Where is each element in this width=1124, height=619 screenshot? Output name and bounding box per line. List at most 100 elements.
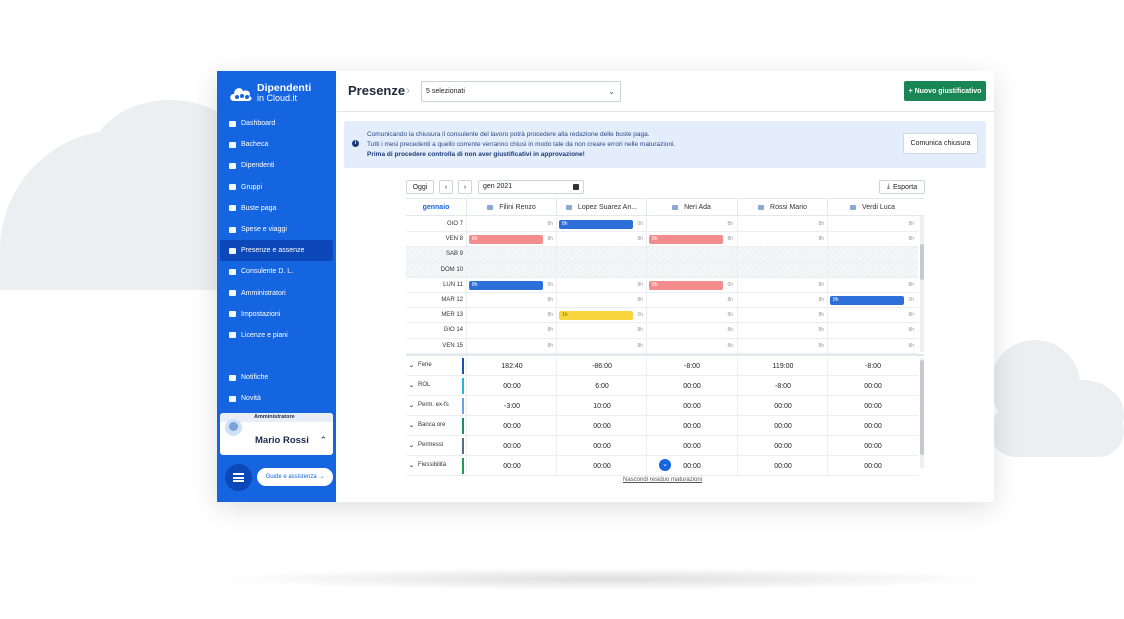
day-cell[interactable]: 8h <box>466 323 556 339</box>
accrual-label[interactable]: ⌄ ROL <box>409 382 430 389</box>
grid-scrollbar[interactable] <box>920 216 924 352</box>
sidebar-item-dipendenti[interactable]: Dipendenti <box>220 155 333 176</box>
sidebar-item-consulente-d-l[interactable]: Consulente D. L. <box>220 261 333 282</box>
help-chat-button[interactable] <box>225 464 252 491</box>
info-alert: i Comunicando la chiusura il consulente … <box>344 121 986 168</box>
justification-pill[interactable]: 8h <box>559 220 633 229</box>
day-cell[interactable] <box>466 262 556 278</box>
accrual-color-bar <box>462 358 464 374</box>
employee-column-header: Neri Ada <box>646 199 736 216</box>
today-button[interactable]: Oggi <box>406 180 434 194</box>
sidebar-item-label: Consulente D. L. <box>241 268 294 276</box>
accrual-label[interactable]: ⌄ Banca ore <box>409 422 445 429</box>
sidebar-item-notifiche[interactable]: Notifiche <box>220 367 333 388</box>
accrual-cell: 00:00 <box>466 456 556 476</box>
day-cell[interactable] <box>827 262 917 278</box>
day-cell[interactable]: 8h <box>556 232 646 248</box>
day-cell[interactable]: 8h <box>556 323 646 339</box>
day-cell[interactable]: 8h <box>466 293 556 308</box>
hours-label: 8h <box>818 221 824 227</box>
sidebar-item-gruppi[interactable]: Gruppi <box>220 177 333 198</box>
day-cell[interactable]: 8h 0h <box>556 217 646 232</box>
accrual-label[interactable]: ⌄ Ferie <box>409 362 432 369</box>
accrual-cell: 00:00 <box>466 436 556 456</box>
justification-pill[interactable]: 8h <box>469 280 543 290</box>
day-cell[interactable]: 8h <box>737 338 827 354</box>
day-cell[interactable]: 8h <box>827 308 917 324</box>
sidebar-item-presenze-e-assenze[interactable]: Presenze e assenze <box>220 240 333 262</box>
day-cell[interactable]: 8h <box>827 323 917 339</box>
day-cell[interactable]: 8h <box>556 338 646 354</box>
day-cell[interactable]: 8h 0h <box>646 277 736 293</box>
accrual-cell: 00:00 <box>556 416 646 436</box>
accrual-label[interactable]: ⌄ Flessibilità <box>409 462 446 469</box>
sidebar-item-impostazioni[interactable]: Impostazioni <box>220 304 333 325</box>
day-cell[interactable]: 8h <box>737 323 827 339</box>
hide-accruals-link[interactable]: Nascondi residuo maturazioni <box>623 477 702 483</box>
day-cell[interactable]: 8h <box>737 293 827 308</box>
employee-select[interactable]: 5 selezionati ⌄ <box>421 81 621 102</box>
day-cell[interactable]: 8h <box>737 277 827 293</box>
help-button[interactable]: Guide e assistenza → <box>257 468 333 486</box>
next-button[interactable]: › <box>458 180 472 194</box>
day-cell[interactable]: 8h <box>827 232 917 248</box>
day-cell[interactable] <box>646 247 736 263</box>
day-cell[interactable] <box>827 247 917 263</box>
date-picker[interactable]: gen 2021 <box>478 180 584 194</box>
day-cell[interactable] <box>646 262 736 278</box>
day-cell[interactable]: 8h <box>737 217 827 232</box>
communicate-closing-button[interactable]: Comunica chiusura <box>903 133 978 154</box>
day-cell[interactable]: 8h <box>646 293 736 308</box>
day-cell[interactable]: 8h 8h <box>466 232 556 248</box>
sidebar-item-novit[interactable]: Novità <box>220 388 333 409</box>
export-button[interactable]: ⤓ Esporta <box>879 180 925 194</box>
sidebar-item-spese-e-viaggi[interactable]: Spese e viaggi <box>220 219 333 240</box>
accrual-label[interactable]: ⌄ Permessi <box>409 442 443 449</box>
justification-pill[interactable]: 8h <box>469 235 543 245</box>
chevron-down-icon: ⌄ <box>409 403 415 409</box>
day-cell[interactable]: 8h <box>737 232 827 248</box>
day-cell[interactable] <box>556 262 646 278</box>
prev-button[interactable]: ‹ <box>439 180 453 194</box>
justification-pill[interactable]: 1h <box>559 311 633 321</box>
day-cell[interactable] <box>556 247 646 263</box>
day-cell[interactable]: 8h <box>466 217 556 232</box>
day-cell[interactable]: 8h <box>466 308 556 324</box>
day-cell[interactable]: 1h 0h <box>556 308 646 324</box>
accrual-label[interactable]: ⌄ Perm. ex-fs <box>409 402 449 409</box>
sidebar-item-bacheca[interactable]: Bacheca <box>220 134 333 155</box>
day-cell[interactable]: 8h <box>827 338 917 354</box>
month-label: gennaio <box>422 204 450 211</box>
day-cell[interactable]: 8h <box>556 277 646 293</box>
sidebar-item-dashboard[interactable]: Dashboard <box>220 113 333 134</box>
sidebar-item-amministratori[interactable]: Amministratori <box>220 283 333 304</box>
chevron-up-icon[interactable]: ⌃ <box>319 435 327 446</box>
sidebar-item-licenze-e-piani[interactable]: Licenze e piani <box>220 325 333 346</box>
day-cell[interactable]: 8h <box>646 308 736 324</box>
justification-pill[interactable]: 8h <box>830 296 904 305</box>
day-cell[interactable] <box>737 262 827 278</box>
alert-line3: Prima di procedere controlla di non aver… <box>367 151 585 158</box>
day-cell[interactable]: 8h <box>556 293 646 308</box>
day-cell[interactable]: 8h 8h <box>646 232 736 248</box>
day-label: GIO 14 <box>443 327 463 334</box>
day-cell[interactable]: 8h <box>827 277 917 293</box>
day-cell[interactable]: 8h <box>646 338 736 354</box>
sidebar-item-buste-paga[interactable]: Buste paga <box>220 198 333 219</box>
day-cell[interactable]: 8h 0h <box>466 277 556 293</box>
day-cell[interactable]: 8h <box>827 217 917 232</box>
day-cell[interactable]: 8h 0h <box>827 293 917 308</box>
justification-pill[interactable]: 8h <box>649 235 723 245</box>
justification-pill[interactable]: 8h <box>649 280 723 290</box>
user-card[interactable]: Amministratore Mario Rossi ⌃ <box>220 413 333 455</box>
day-cell[interactable]: 8h <box>646 217 736 232</box>
employee-name: Filini Renzo <box>499 204 536 211</box>
day-cell[interactable]: 8h <box>466 338 556 354</box>
day-cell[interactable]: 8h <box>737 308 827 324</box>
day-cell[interactable] <box>737 247 827 263</box>
day-cell[interactable] <box>466 247 556 263</box>
summary-scrollbar[interactable] <box>920 358 924 468</box>
new-justification-button[interactable]: + Nuovo giustificativo <box>904 81 986 101</box>
scroll-down-button[interactable]: ⌄ <box>659 459 671 471</box>
day-cell[interactable]: 8h <box>646 323 736 339</box>
